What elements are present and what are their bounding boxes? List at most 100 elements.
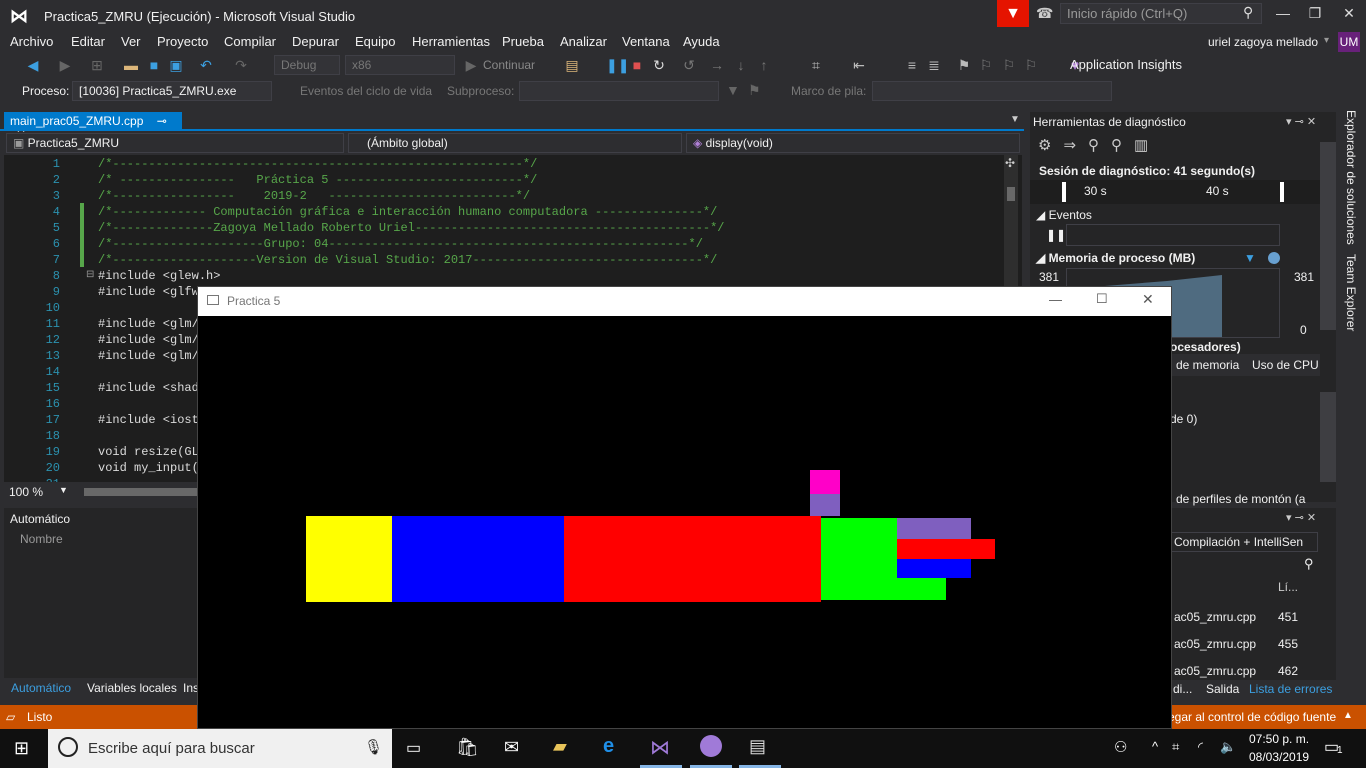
stop-icon[interactable]: ■ bbox=[628, 57, 646, 73]
collapse-icon[interactable]: ⊟ bbox=[86, 269, 94, 280]
team-explorer-tab[interactable]: Team Explorer bbox=[1344, 254, 1358, 331]
visual-studio-taskbar-icon[interactable]: ⋈ bbox=[650, 735, 670, 760]
save-icon[interactable]: ■ bbox=[145, 57, 163, 73]
error-file[interactable]: ac05_zmru.cpp bbox=[1174, 637, 1256, 651]
step-over-icon[interactable]: → bbox=[708, 57, 726, 73]
code-line[interactable]: void my_input( bbox=[98, 461, 199, 475]
tab-list-chevron-icon[interactable]: ▼ bbox=[1010, 114, 1020, 125]
filter-icon[interactable]: ▼ bbox=[726, 82, 740, 98]
lifecycle-events-button[interactable]: Eventos del ciclo de vida bbox=[300, 84, 432, 98]
volume-icon[interactable]: 🔈 bbox=[1220, 739, 1236, 755]
file-explorer-icon[interactable]: ▰ bbox=[553, 736, 567, 757]
mail-icon[interactable]: ✉ bbox=[504, 737, 519, 758]
process-dropdown[interactable]: [10036] Practica5_ZMRU.exe bbox=[72, 81, 272, 101]
code-line[interactable]: #include <shad bbox=[98, 381, 199, 395]
step-out-icon[interactable]: ↑ bbox=[755, 57, 773, 73]
next-bookmark-icon[interactable]: ⚐ bbox=[1000, 57, 1018, 74]
tray-chevron-icon[interactable]: ^ bbox=[1152, 739, 1158, 754]
hex-icon[interactable]: ⌗ bbox=[807, 57, 825, 74]
save-all-icon[interactable]: ▣ bbox=[167, 57, 185, 74]
open-folder-icon[interactable]: ▬ bbox=[122, 57, 140, 73]
error-file[interactable]: ac05_zmru.cpp bbox=[1174, 610, 1256, 624]
tab-memory-usage[interactable]: de memoria bbox=[1176, 358, 1239, 372]
prev-bookmark-icon[interactable]: ⚐ bbox=[977, 57, 995, 74]
menu-ver[interactable]: Ver bbox=[121, 34, 141, 49]
search-errors-icon[interactable]: ⚲ bbox=[1304, 556, 1314, 572]
microphone-icon[interactable]: 🎙 bbox=[364, 738, 383, 756]
diag-scrollbar-2[interactable] bbox=[1320, 392, 1336, 482]
opengl-window[interactable]: Practica 5 — ☐ ✕ bbox=[197, 286, 1172, 729]
pause-events-icon[interactable]: ❚❚ bbox=[1046, 228, 1066, 242]
clock-time[interactable]: 07:50 p. m. bbox=[1249, 732, 1309, 746]
people-icon[interactable]: ⚇ bbox=[1114, 738, 1127, 756]
platform-dropdown[interactable]: x86 bbox=[345, 55, 455, 75]
pause-icon[interactable]: ❚❚ bbox=[606, 57, 629, 74]
avatar[interactable]: UM bbox=[1338, 32, 1360, 52]
error-panel-controls[interactable]: ▾ ⊸ ✕ bbox=[1286, 511, 1316, 524]
menu-editar[interactable]: Editar bbox=[71, 34, 105, 49]
user-name[interactable]: uriel zagoya mellado bbox=[1208, 35, 1318, 49]
scroll-thumb[interactable] bbox=[1007, 187, 1015, 201]
network-icon[interactable]: ⌗ bbox=[1172, 739, 1179, 755]
bookmark-icon[interactable]: ⚑ bbox=[955, 57, 973, 74]
code-line[interactable]: /*------------- Computación gráfica e in… bbox=[98, 205, 717, 219]
clock-date[interactable]: 08/03/2019 bbox=[1249, 750, 1309, 764]
tab-cpu-usage[interactable]: Uso de CPU bbox=[1252, 358, 1319, 372]
opengl-viewport[interactable] bbox=[198, 316, 1171, 728]
stack-frame-dropdown[interactable] bbox=[872, 81, 1112, 101]
clear-bookmark-icon[interactable]: ⚐ bbox=[1022, 57, 1040, 74]
code-line[interactable]: /*----------------- 2019-2 -------------… bbox=[98, 189, 530, 203]
outdent-icon[interactable]: ≣ bbox=[925, 57, 943, 74]
horizontal-scrollbar[interactable] bbox=[84, 488, 204, 496]
menu-ventana[interactable]: Ventana bbox=[622, 34, 670, 49]
continue-button[interactable]: Continuar bbox=[483, 58, 535, 72]
pin-icon[interactable]: ⊸ bbox=[157, 114, 167, 128]
menu-depurar[interactable]: Depurar bbox=[292, 34, 339, 49]
code-line[interactable]: /*--------------------------------------… bbox=[98, 157, 537, 171]
menu-archivo[interactable]: Archivo bbox=[10, 34, 53, 49]
code-line[interactable]: #include <glm/ bbox=[98, 317, 199, 331]
solution-explorer-tab[interactable]: Explorador de soluciones bbox=[1344, 110, 1358, 245]
tab-main-cpp[interactable]: main_prac05_ZMRU.cpp ⊸ ✕ bbox=[4, 112, 182, 142]
timeline-ruler[interactable]: 30 s 40 s bbox=[1030, 180, 1320, 204]
memory-section[interactable]: ◢ Memoria de proceso (MB) bbox=[1036, 251, 1195, 265]
menu-compilar[interactable]: Compilar bbox=[224, 34, 276, 49]
forward-icon[interactable]: ▶ bbox=[56, 57, 74, 74]
menu-proyecto[interactable]: Proyecto bbox=[157, 34, 208, 49]
menu-ayuda[interactable]: Ayuda bbox=[683, 34, 720, 49]
code-line[interactable]: #include <glfw bbox=[98, 285, 199, 299]
name-column-header[interactable]: Nombre bbox=[20, 532, 63, 546]
menu-prueba[interactable]: Prueba bbox=[502, 34, 544, 49]
tab-output[interactable]: Salida bbox=[1206, 682, 1239, 696]
thread-icon[interactable]: ⇤ bbox=[850, 57, 868, 74]
function-dropdown[interactable]: ◈ display(void) bbox=[686, 133, 1020, 153]
close-button[interactable]: ✕ bbox=[1334, 5, 1364, 22]
thread-dropdown[interactable] bbox=[519, 81, 719, 101]
error-line[interactable]: 462 bbox=[1278, 664, 1298, 678]
application-insights-button[interactable]: Application Insights bbox=[1070, 57, 1182, 72]
heap-profiling-row[interactable]: de perfiles de montón (a bbox=[1176, 492, 1305, 506]
redo-icon[interactable]: ↷ bbox=[232, 57, 250, 74]
code-line[interactable]: #include <glm/ bbox=[98, 333, 199, 347]
quick-launch-input[interactable]: Inicio rápido (Ctrl+Q) bbox=[1060, 3, 1262, 24]
tab-diagnostics[interactable]: di... bbox=[1173, 682, 1192, 696]
back-icon[interactable]: ◀ bbox=[24, 57, 42, 74]
code-line[interactable]: #include <glm/ bbox=[98, 349, 199, 363]
diag-scrollbar[interactable] bbox=[1320, 142, 1336, 330]
code-line[interactable]: /* ---------------- Práctica 5 ---------… bbox=[98, 173, 537, 187]
tab-error-list[interactable]: Lista de errores bbox=[1249, 682, 1332, 696]
line-column-header[interactable]: Lí... bbox=[1278, 580, 1298, 594]
menu-equipo[interactable]: Equipo bbox=[355, 34, 395, 49]
config-dropdown[interactable]: Debug bbox=[274, 55, 340, 75]
error-file[interactable]: ac05_zmru.cpp bbox=[1174, 664, 1256, 678]
menu-analizar[interactable]: Analizar bbox=[560, 34, 607, 49]
error-line[interactable]: 455 bbox=[1278, 637, 1298, 651]
error-filter-dropdown[interactable]: Compilación + IntelliSen bbox=[1170, 532, 1318, 552]
tab-locals[interactable]: Variables locales bbox=[87, 681, 177, 695]
feedback-icon[interactable]: ☎ bbox=[1036, 5, 1054, 23]
code-line[interactable]: void resize(GL bbox=[98, 445, 199, 459]
flag-threads-icon[interactable]: ⚑ bbox=[748, 82, 761, 99]
opengl-taskbar-icon[interactable]: ▤ bbox=[749, 736, 766, 757]
taskbar-search-box[interactable]: Escribe aquí para buscar 🎙 bbox=[48, 729, 392, 768]
snapshot-row[interactable]: de 0) bbox=[1170, 412, 1197, 426]
